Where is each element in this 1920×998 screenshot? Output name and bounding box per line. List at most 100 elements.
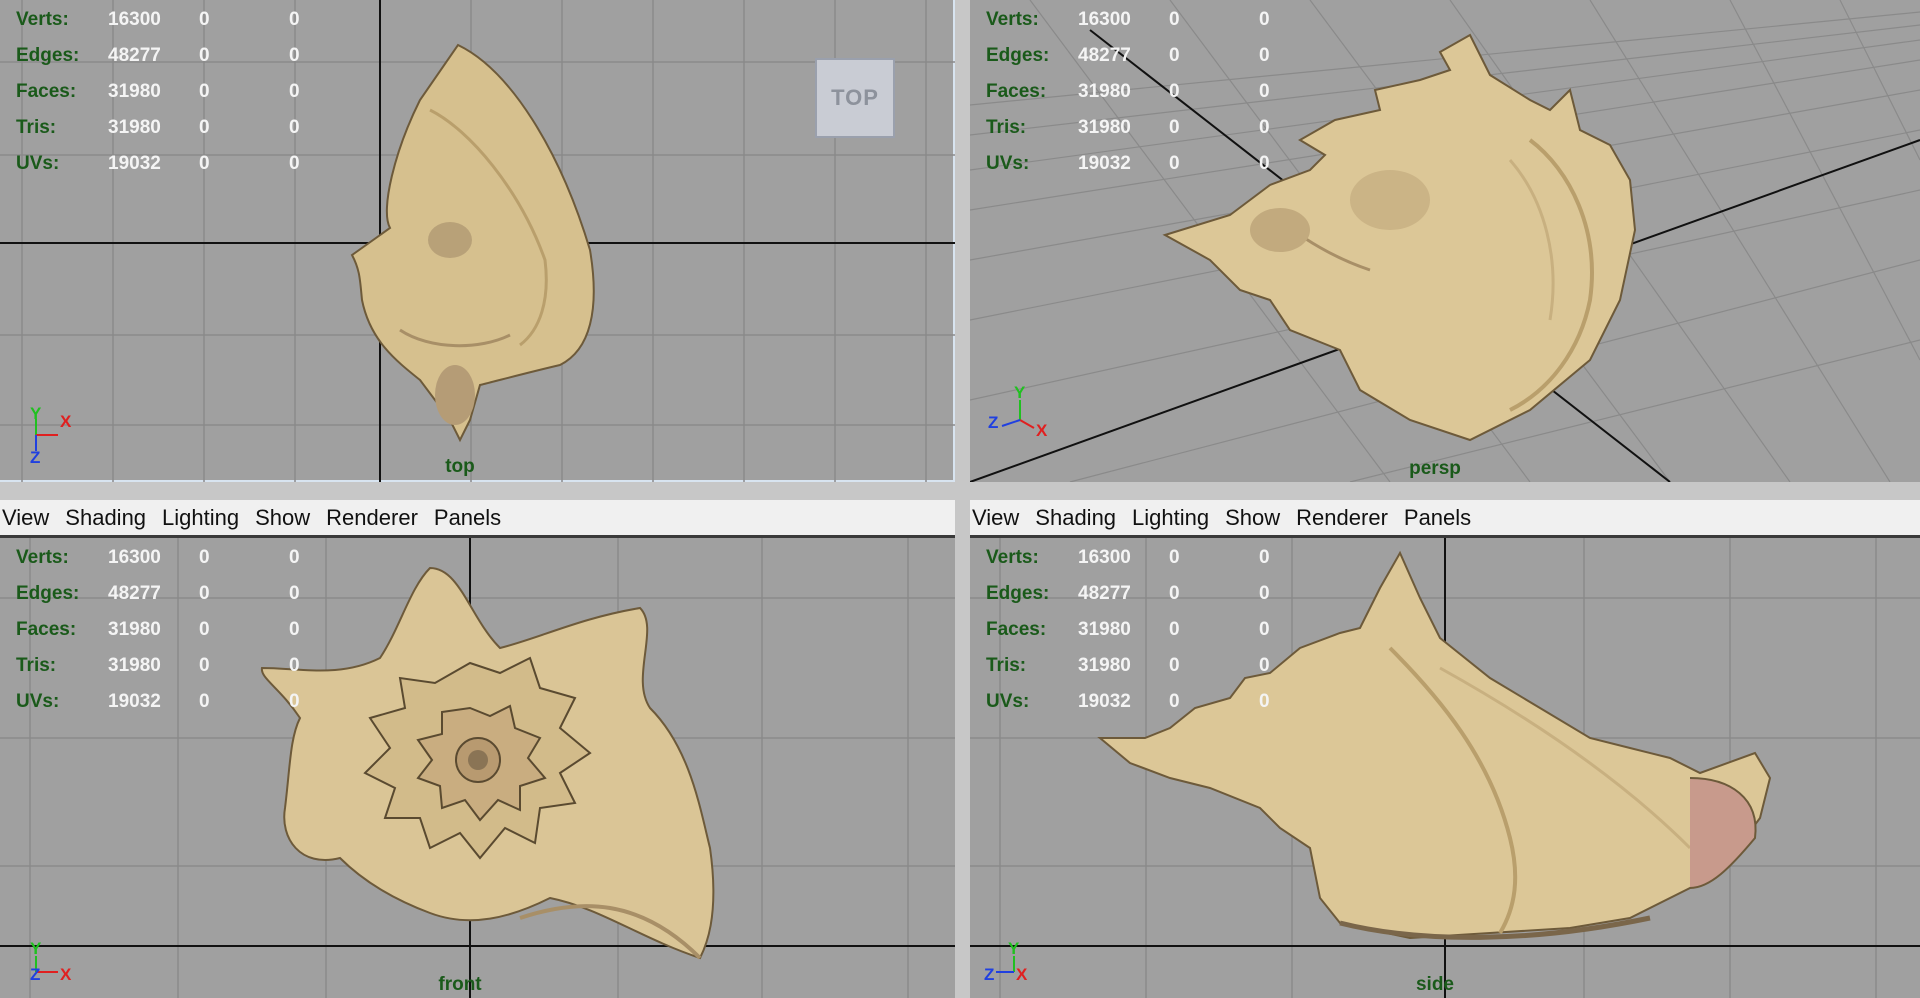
menu-renderer[interactable]: Renderer xyxy=(1294,505,1396,531)
axis-y-label: Y xyxy=(30,939,42,958)
viewport-top[interactable]: Verts: 16300 0 0 Edges: 48277 0 0 Faces: 31980 0… xyxy=(0,0,955,482)
faces-extra: 0 xyxy=(1259,619,1270,640)
tris-selected: 0 xyxy=(199,117,210,138)
verts-value: 16300 xyxy=(108,9,161,30)
viewcube-label: TOP xyxy=(831,85,879,110)
hud-row-edges: Edges: 48277 0 0 xyxy=(16,38,356,74)
faces-selected: 0 xyxy=(1169,619,1180,640)
uvs-label: UVs: xyxy=(16,691,60,712)
hud-row-verts: Verts: 16300 0 0 xyxy=(16,2,356,38)
edges-value: 48277 xyxy=(1078,583,1131,604)
hud-row-tris: Tris: 31980 0 0 xyxy=(986,110,1326,146)
menu-view[interactable]: View xyxy=(0,505,57,531)
faces-selected: 0 xyxy=(199,81,210,102)
hud-row-faces: Faces: 31980 0 0 xyxy=(986,612,1326,648)
hud-row-verts: Verts: 16300 0 0 xyxy=(986,540,1326,576)
axis-x-label: X xyxy=(1036,421,1048,440)
viewport-panel-front[interactable]: View Shading Lighting Show Renderer Pane… xyxy=(0,500,955,998)
hud-row-tris: Tris: 31980 0 0 xyxy=(986,648,1326,684)
axis-gizmo-icon: Y X Z xyxy=(30,405,72,465)
poly-count-hud: Verts: 16300 0 0 Edges: 48277 0 0 Faces: 31980 0… xyxy=(986,2,1326,182)
uvs-label: UVs: xyxy=(986,153,1030,174)
tris-extra: 0 xyxy=(1259,655,1270,676)
viewport-front[interactable]: Verts: 16300 0 0 Edges: 48277 0 0 Faces: 31980 0… xyxy=(0,538,955,998)
poly-count-hud: Verts: 16300 0 0 Edges: 48277 0 0 Faces: 31980 0… xyxy=(16,2,356,182)
verts-extra: 0 xyxy=(1259,9,1270,30)
axis-x-label: X xyxy=(60,965,72,984)
edges-label: Edges: xyxy=(986,583,1050,604)
menu-lighting[interactable]: Lighting xyxy=(1130,505,1217,531)
axis-gizmo-icon: Y X Z xyxy=(988,384,1048,440)
viewport-persp[interactable]: Verts: 16300 0 0 Edges: 48277 0 0 Faces: 31980 0… xyxy=(970,0,1920,482)
uvs-value: 19032 xyxy=(1078,153,1131,174)
menu-lighting[interactable]: Lighting xyxy=(160,505,247,531)
hud-row-edges: Edges: 48277 0 0 xyxy=(16,576,356,612)
uvs-extra: 0 xyxy=(289,153,300,174)
menu-panels[interactable]: Panels xyxy=(432,505,509,531)
edges-extra: 0 xyxy=(1259,583,1270,604)
tris-label: Tris: xyxy=(986,117,1027,138)
uvs-label: UVs: xyxy=(986,691,1030,712)
edges-extra: 0 xyxy=(289,583,300,604)
tris-value: 31980 xyxy=(1078,117,1131,138)
edges-label: Edges: xyxy=(16,583,80,604)
verts-selected: 0 xyxy=(1169,547,1180,568)
edges-selected: 0 xyxy=(1169,583,1180,604)
menu-show[interactable]: Show xyxy=(253,505,318,531)
tris-extra: 0 xyxy=(289,117,300,138)
verts-extra: 0 xyxy=(1259,547,1270,568)
faces-selected: 0 xyxy=(199,619,210,640)
menu-shading[interactable]: Shading xyxy=(1033,505,1124,531)
menu-view[interactable]: View xyxy=(970,505,1027,531)
menu-show[interactable]: Show xyxy=(1223,505,1288,531)
verts-extra: 0 xyxy=(289,9,300,30)
faces-value: 31980 xyxy=(108,81,161,102)
uvs-extra: 0 xyxy=(1259,691,1270,712)
viewport-panel-side[interactable]: View Shading Lighting Show Renderer Pane… xyxy=(970,500,1920,998)
faces-extra: 0 xyxy=(1259,81,1270,102)
camera-label-persp: persp xyxy=(1409,458,1461,479)
camera-label-front: front xyxy=(438,974,482,995)
tris-label: Tris: xyxy=(986,655,1027,676)
panel-menubar: View Shading Lighting Show Renderer Pane… xyxy=(970,500,1920,538)
verts-label: Verts: xyxy=(16,9,69,30)
verts-label: Verts: xyxy=(986,9,1039,30)
shell-top xyxy=(350,43,595,443)
viewport-side[interactable]: Verts: 16300 0 0 Edges: 48277 0 0 Faces: 31980 0… xyxy=(970,538,1920,998)
verts-value: 16300 xyxy=(1078,9,1131,30)
hud-row-tris: Tris: 31980 0 0 xyxy=(16,110,356,146)
hud-row-edges: Edges: 48277 0 0 xyxy=(986,576,1326,612)
axis-gizmo-icon: Y Z X xyxy=(984,939,1028,984)
axis-z-label: Z xyxy=(30,448,40,465)
edges-value: 48277 xyxy=(108,45,161,66)
verts-value: 16300 xyxy=(108,547,161,568)
poly-count-hud: Verts: 16300 0 0 Edges: 48277 0 0 Faces: 31980 0… xyxy=(16,540,356,720)
faces-label: Faces: xyxy=(16,619,77,640)
viewcube[interactable]: TOP xyxy=(815,58,895,138)
menu-panels[interactable]: Panels xyxy=(1402,505,1479,531)
uvs-value: 19032 xyxy=(108,691,161,712)
axis-y-label: Y xyxy=(1008,939,1020,958)
faces-label: Faces: xyxy=(986,619,1047,640)
menu-shading[interactable]: Shading xyxy=(63,505,154,531)
tris-selected: 0 xyxy=(199,655,210,676)
edges-value: 48277 xyxy=(1078,45,1131,66)
verts-label: Verts: xyxy=(986,547,1039,568)
edges-selected: 0 xyxy=(1169,45,1180,66)
menu-renderer[interactable]: Renderer xyxy=(324,505,426,531)
hud-row-uvs: UVs: 19032 0 0 xyxy=(16,146,356,182)
hud-row-edges: Edges: 48277 0 0 xyxy=(986,38,1326,74)
hud-row-faces: Faces: 31980 0 0 xyxy=(986,74,1326,110)
tris-value: 31980 xyxy=(108,655,161,676)
tris-selected: 0 xyxy=(1169,117,1180,138)
faces-label: Faces: xyxy=(16,81,77,102)
viewport-panel-top[interactable]: Verts: 16300 0 0 Edges: 48277 0 0 Faces: 31980 0… xyxy=(0,0,955,482)
viewport-panel-persp[interactable]: Verts: 16300 0 0 Edges: 48277 0 0 Faces: 31980 0… xyxy=(970,0,1920,482)
verts-selected: 0 xyxy=(1169,9,1180,30)
edges-extra: 0 xyxy=(1259,45,1270,66)
uvs-extra: 0 xyxy=(289,691,300,712)
edges-selected: 0 xyxy=(199,583,210,604)
faces-value: 31980 xyxy=(108,619,161,640)
axis-x-label: X xyxy=(60,412,72,431)
hud-row-uvs: UVs: 19032 0 0 xyxy=(16,684,356,720)
